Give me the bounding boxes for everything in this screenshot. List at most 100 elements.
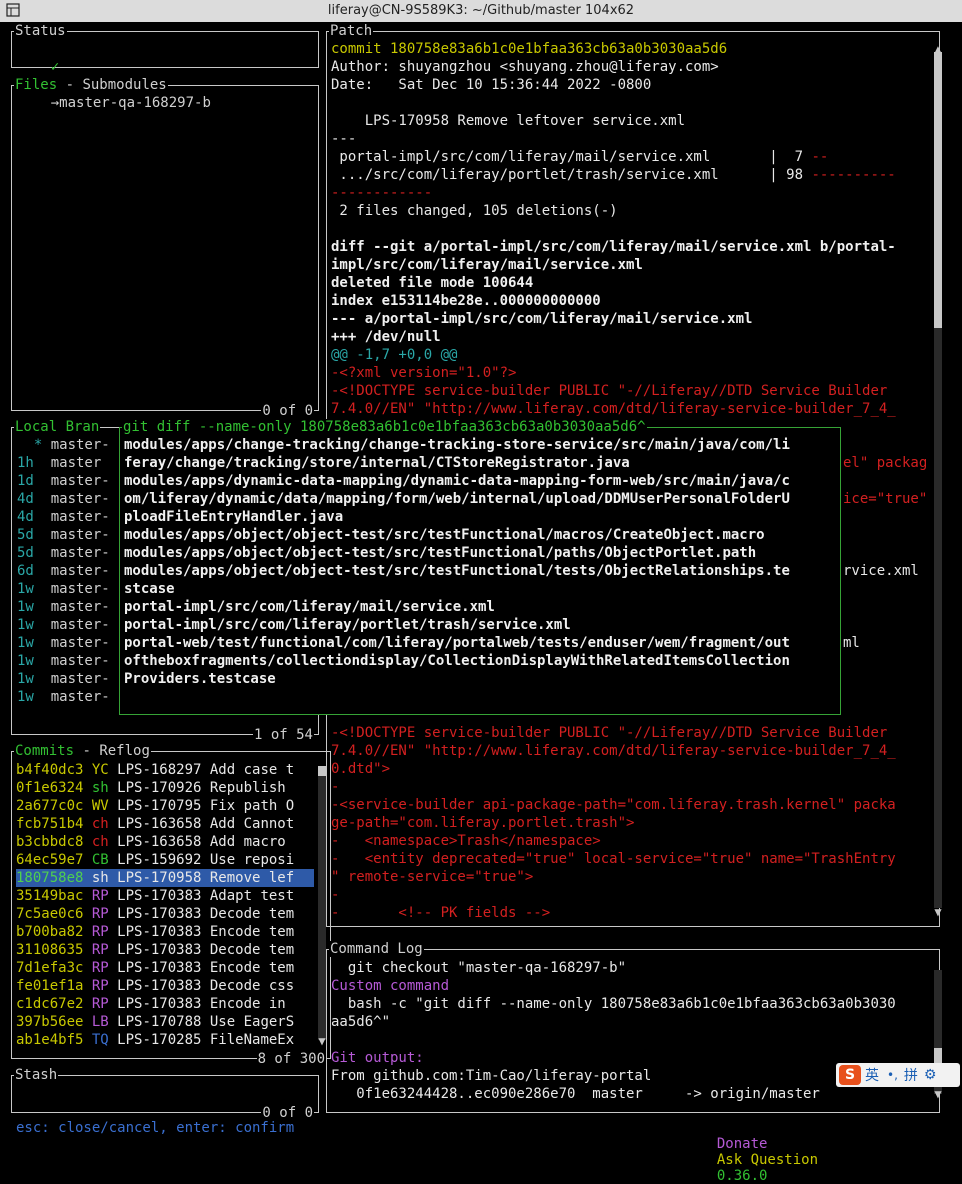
version-label: 0.36.0 (716, 1168, 768, 1184)
files-panel[interactable]: Files - Submodules 0 of 0 (11, 77, 319, 419)
commits-scrollbar[interactable] (318, 766, 326, 1040)
branch-age: 1w (17, 671, 51, 687)
stash-panel[interactable]: Stash 0 of 0 (11, 1067, 319, 1121)
file-path[interactable]: feray/change/tracking/store/internal/CTS… (124, 454, 838, 472)
ime-punct-toggle[interactable]: •, (887, 1068, 898, 1082)
commit-list[interactable]: b4f40dc3 YC LPS-168297 Add case t 0f1e632… (16, 761, 314, 1049)
reflog-tab[interactable]: Reflog (99, 743, 150, 759)
commit-hash: 180758e8 (16, 870, 92, 886)
commits-tab[interactable]: Commits (15, 743, 74, 759)
text-line (843, 598, 935, 616)
list-item[interactable]: 35149bac RP LPS-170383 Adapt test (16, 887, 314, 905)
status-panel[interactable]: Status ✓ master →master-qa-168297-b (11, 23, 319, 111)
diff-files-popup[interactable]: git diff --name-only 180758e83a6b1c0e1bf… (119, 419, 841, 715)
ime-pinyin-toggle[interactable]: 拼 (904, 1065, 918, 1085)
files-title-sep: - (57, 77, 83, 93)
file-path[interactable]: modules/apps/object/object-test/src/test… (124, 544, 838, 562)
branch-age: 1w (17, 635, 51, 651)
branches-footer: 1 of 54 (252, 727, 314, 743)
list-item[interactable]: 7c5ae0c6 RP LPS-170383 Decode tem (16, 905, 314, 923)
list-item[interactable]: b700ba82 RP LPS-170383 Encode tem (16, 923, 314, 941)
commit-message: LPS-168297 Add case t (117, 762, 295, 778)
commit-message: LPS-170383 Adapt test (117, 888, 295, 904)
submodules-tab[interactable]: Submodules (82, 77, 166, 93)
popup-file-list[interactable]: modules/apps/change-tracking/change-trac… (124, 436, 838, 688)
scroll-down-icon[interactable]: ▼ (932, 906, 944, 918)
list-item[interactable]: 64ec59e7 CB LPS-159692 Use reposi (16, 851, 314, 869)
file-path[interactable]: modules/apps/dynamic-data-mapping/dynami… (124, 472, 838, 490)
text-line: -<!DOCTYPE service-builder PUBLIC "-//Li… (331, 382, 933, 400)
line-text: 7.4.0//EN" "http://www.liferay.com/dtd/l… (331, 401, 896, 417)
list-item[interactable]: b3cbbdc8 ch LPS-163658 Add macro (16, 833, 314, 851)
file-path[interactable]: portal-web/test/functional/com/liferay/p… (124, 634, 838, 652)
list-item[interactable]: ab1e4bf5 TQ LPS-170285 FileNameEx (16, 1031, 314, 1049)
file-path[interactable]: modules/apps/object/object-test/src/test… (124, 526, 838, 544)
scroll-down-icon[interactable]: ▼ (932, 1088, 944, 1100)
line-text: 0f1e63244428..ec090e286e70 master -> ori… (331, 1086, 820, 1102)
file-path[interactable]: modules/apps/change-tracking/change-trac… (124, 436, 838, 454)
command-log-panel[interactable]: Command Log git checkout "master-qa-1682… (326, 941, 942, 1113)
donate-link[interactable]: Donate (717, 1136, 768, 1152)
sogou-logo-icon[interactable]: S (839, 1065, 861, 1085)
line-text: 2 files changed, 105 deletions(-) (331, 203, 618, 219)
file-path[interactable]: ploadFileEntryHandler.java (124, 508, 838, 526)
commit-hash: fe01ef1a (16, 978, 92, 994)
text-line: @@ -1,7 +0,0 @@ (331, 346, 933, 364)
branch-age: 1h (17, 455, 51, 471)
list-item[interactable]: 7d1efa3c RP LPS-170383 Encode tem (16, 959, 314, 977)
line-text: deleted file mode 100644 (331, 275, 534, 291)
list-item[interactable]: 2a677c0c WV LPS-170795 Fix path O (16, 797, 314, 815)
files-tab[interactable]: Files (15, 77, 57, 93)
file-path[interactable]: modules/apps/object/object-test/src/test… (124, 562, 838, 580)
list-item[interactable]: fcb751b4 ch LPS-163658 Add Cannot (16, 815, 314, 833)
scroll-up-icon[interactable]: ▲ (932, 43, 944, 55)
file-path[interactable]: Providers.testcase (124, 670, 838, 688)
list-item[interactable]: 0f1e6324 sh LPS-170926 Republish (16, 779, 314, 797)
list-item[interactable]: 31108635 RP LPS-170383 Decode tem (16, 941, 314, 959)
line-text: 0.dtd"> (331, 761, 391, 777)
file-path[interactable]: om/liferay/dynamic/data/mapping/form/web… (124, 490, 838, 508)
commit-author: ch (91, 816, 118, 832)
file-path[interactable]: portal-impl/src/com/liferay/portlet/tras… (124, 616, 838, 634)
commit-message: LPS-170788 Use EagerS (117, 1014, 295, 1030)
commit-message: LPS-170795 Fix path O (117, 798, 295, 814)
list-item[interactable]: fe01ef1a RP LPS-170383 Decode css (16, 977, 314, 995)
text-line: LPS-170958 Remove leftover service.xml (331, 112, 933, 130)
patch-scroll-thumb[interactable] (934, 52, 942, 328)
list-item[interactable]: b4f40dc3 YC LPS-168297 Add case t (16, 761, 314, 779)
line-text: ml (843, 635, 860, 651)
commit-message: LPS-170285 FileNameEx (117, 1032, 295, 1048)
commit-author: YC (91, 762, 118, 778)
branch-age: 1w (17, 617, 51, 633)
branch-age: 4d (17, 491, 51, 507)
commit-author: RP (91, 942, 118, 958)
line-text: -<!DOCTYPE service-builder PUBLIC "-//Li… (331, 383, 888, 399)
branch-name: master- (50, 635, 110, 651)
command-log-title: Command Log (329, 941, 424, 957)
gear-icon[interactable]: ⚙ (924, 1067, 937, 1083)
file-path[interactable]: stcase (124, 580, 838, 598)
commits-title-sep: - (74, 743, 100, 759)
line-text: rvice.xml (843, 563, 919, 579)
patch-scrollbar[interactable] (934, 52, 942, 908)
branches-title[interactable]: Local Bran (14, 419, 101, 435)
ask-question-link[interactable]: Ask Question (717, 1152, 818, 1168)
commit-hash: b700ba82 (16, 924, 92, 940)
text-line (843, 544, 935, 562)
stash-title[interactable]: Stash (14, 1067, 59, 1083)
line-text: Custom command (331, 978, 450, 994)
ime-toolbar[interactable]: S 英 •, 拼 ⚙ (836, 1063, 960, 1087)
patch-text-bottom: -<!DOCTYPE service-builder PUBLIC "-//Li… (331, 724, 933, 922)
list-item[interactable]: 180758e8 sh LPS-170958 Remove lef (16, 869, 314, 887)
file-path[interactable]: oftheboxfragments/collectiondisplay/Coll… (124, 652, 838, 670)
text-line: --- a/portal-impl/src/com/liferay/mail/s… (331, 310, 933, 328)
commits-panel[interactable]: Commits - Reflog b4f40dc3 YC LPS-168297 … (11, 743, 331, 1067)
text-line: impl/src/com/liferay/mail/service.xml (331, 256, 933, 274)
file-path[interactable]: portal-impl/src/com/liferay/mail/service… (124, 598, 838, 616)
list-item[interactable]: c1dc67e2 RP LPS-170383 Encode in (16, 995, 314, 1013)
ime-lang-toggle[interactable]: 英 (865, 1065, 879, 1085)
line-text: ge-path="com.liferay.portlet.trash"> (331, 815, 635, 831)
list-item[interactable]: 397b56ee LB LPS-170788 Use EagerS (16, 1013, 314, 1031)
terminal-icon (6, 3, 20, 17)
text-line: 0f1e63244428..ec090e286e70 master -> ori… (331, 1085, 931, 1103)
